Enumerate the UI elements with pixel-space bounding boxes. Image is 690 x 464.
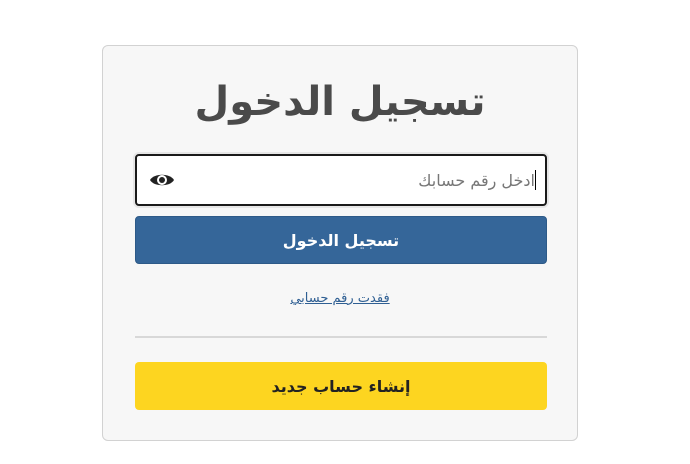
- eye-icon[interactable]: [149, 170, 175, 190]
- forgot-account-link[interactable]: فقدت رقم حسابي: [290, 291, 389, 306]
- account-number-input[interactable]: [181, 156, 535, 204]
- account-number-field[interactable]: [135, 154, 547, 206]
- login-button[interactable]: تسجيل الدخول: [135, 216, 547, 264]
- text-caret: [535, 170, 536, 190]
- forgot-account-row: فقدت رقم حسابي: [103, 291, 577, 306]
- login-card: تسجيل الدخول تسجيل الدخول فقدت رقم حسابي…: [102, 45, 578, 441]
- divider: [135, 336, 547, 338]
- page-title: تسجيل الدخول: [194, 79, 486, 125]
- create-account-button[interactable]: إنشاء حساب جديد: [135, 362, 547, 410]
